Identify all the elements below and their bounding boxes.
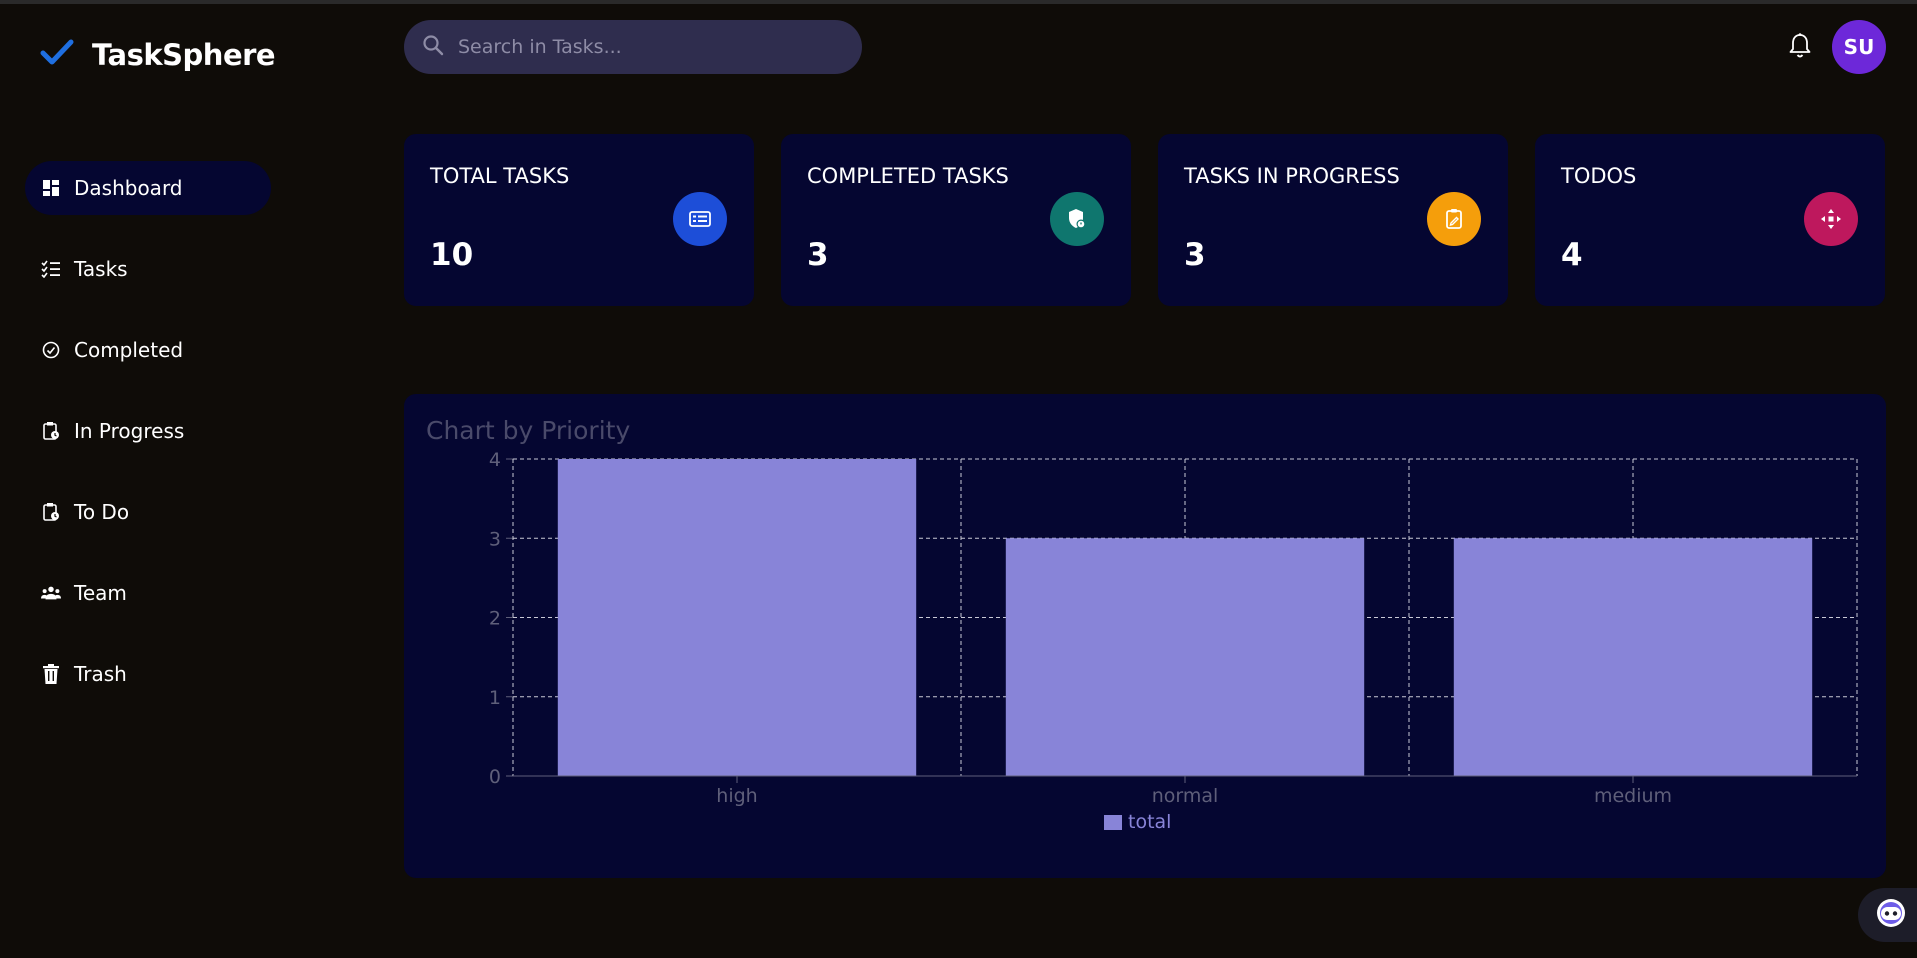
clipboard-clock-icon xyxy=(41,502,61,522)
bar-high xyxy=(557,459,917,776)
sidebar-item-dashboard[interactable]: Dashboard xyxy=(25,161,271,215)
y-axis-tick-label: 1 xyxy=(489,687,501,709)
sidebar-item-in-progress[interactable]: In Progress xyxy=(25,404,271,458)
bar-medium xyxy=(1453,538,1813,776)
stat-card-tasks-in-progress: TASKS IN PROGRESS 3 xyxy=(1158,134,1508,306)
search-input[interactable] xyxy=(456,35,840,59)
stat-value: 3 xyxy=(1184,237,1206,273)
bell-icon[interactable] xyxy=(1788,32,1812,64)
search-bar xyxy=(404,20,862,74)
avatar-initials: SU xyxy=(1843,35,1875,59)
sidebar-item-to-do[interactable]: To Do xyxy=(25,485,271,539)
robot-icon xyxy=(1874,898,1908,932)
y-axis-tick-label: 2 xyxy=(489,608,501,630)
sidebar-item-team[interactable]: Team xyxy=(25,566,271,620)
y-axis-tick-label: 4 xyxy=(489,449,501,471)
clipboard-edit-icon xyxy=(1427,192,1481,246)
top-border xyxy=(0,0,1917,4)
stat-value: 3 xyxy=(807,237,829,273)
arrows-move-icon xyxy=(1804,192,1858,246)
legend-label: total xyxy=(1128,811,1171,833)
stat-card-todos: TODOS 4 xyxy=(1535,134,1885,306)
sidebar-item-completed[interactable]: Completed xyxy=(25,323,271,377)
stat-value: 10 xyxy=(430,237,474,273)
check-circle-icon xyxy=(41,340,61,360)
priority-bar-chart: 0 1 2 3 4 high normal medium total xyxy=(489,449,1858,833)
x-axis-tick-label: medium xyxy=(1594,785,1672,807)
assistant-chat-button[interactable] xyxy=(1858,888,1917,942)
stat-value: 4 xyxy=(1561,237,1583,273)
y-axis-tick-label: 0 xyxy=(489,766,501,788)
sidebar-item-label: In Progress xyxy=(74,419,185,443)
dashboard-icon xyxy=(41,178,61,198)
sidebar-item-label: To Do xyxy=(74,500,130,524)
y-axis-tick-label: 3 xyxy=(489,528,501,550)
stat-card-total-tasks: TOTAL TASKS 10 xyxy=(404,134,754,306)
legend-swatch xyxy=(1104,815,1122,830)
shield-check-icon xyxy=(1050,192,1104,246)
trash-icon xyxy=(41,664,61,684)
x-axis-tick-label: high xyxy=(716,785,757,807)
sidebar-item-label: Dashboard xyxy=(74,176,183,200)
x-axis-tick-label: normal xyxy=(1152,785,1219,807)
priority-chart-panel: Chart by Priority 0 1 2 3 4 high normal medium t… xyxy=(404,394,1886,878)
sidebar-item-label: Tasks xyxy=(74,257,128,281)
sidebar-item-trash[interactable]: Trash xyxy=(25,647,271,701)
tasks-list-icon xyxy=(41,259,61,279)
app-name: TaskSphere xyxy=(92,38,276,72)
stat-label: TODOS xyxy=(1561,164,1637,188)
bar-normal xyxy=(1005,538,1365,776)
sidebar-item-label: Completed xyxy=(74,338,184,362)
avatar[interactable]: SU xyxy=(1832,20,1886,74)
stat-label: COMPLETED TASKS xyxy=(807,164,1009,188)
stat-label: TOTAL TASKS xyxy=(430,164,570,188)
clipboard-clock-icon xyxy=(41,421,61,441)
sidebar-item-label: Trash xyxy=(74,662,127,686)
stat-label: TASKS IN PROGRESS xyxy=(1184,164,1400,188)
team-icon xyxy=(41,583,61,603)
stat-card-completed-tasks: COMPLETED TASKS 3 xyxy=(781,134,1131,306)
app-logo[interactable]: TaskSphere xyxy=(40,38,276,72)
search-icon xyxy=(422,34,444,60)
check-icon xyxy=(40,38,74,72)
sidebar-item-label: Team xyxy=(74,581,127,605)
sidebar-item-tasks[interactable]: Tasks xyxy=(25,242,271,296)
list-icon xyxy=(673,192,727,246)
sidebar-nav: Dashboard Tasks Completed In Progress To… xyxy=(25,161,271,728)
